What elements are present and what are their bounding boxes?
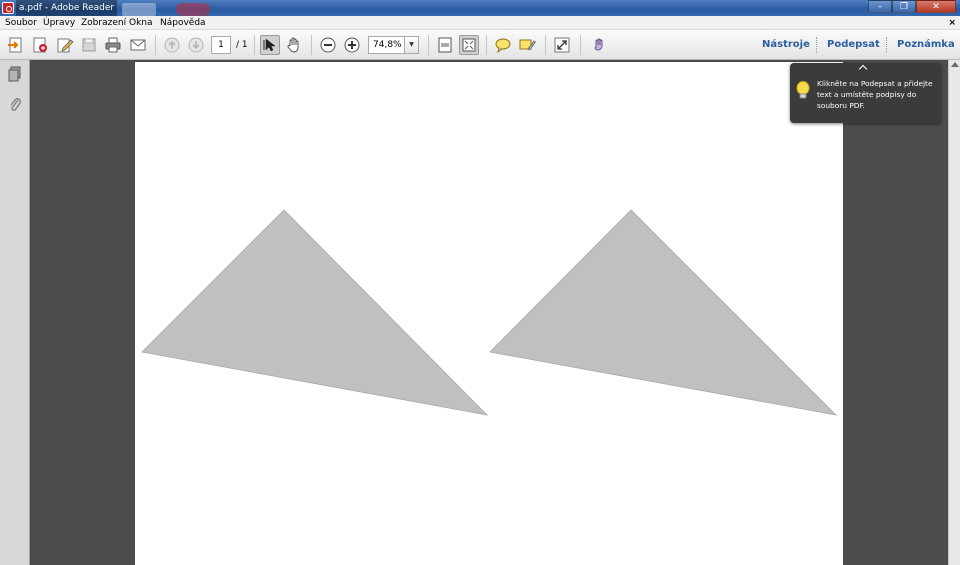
window-title: a.pdf - Adobe Reader [16,0,118,16]
comment-pane-link[interactable]: Poznámka [897,38,955,52]
open-button[interactable] [6,35,26,55]
window-controls: – ❐ ✕ [868,0,956,14]
sticky-note-button[interactable] [493,35,513,55]
menu-upravy[interactable]: Úpravy [43,16,75,30]
fit-window-icon [462,38,476,52]
taskbar-ghost-tab-2 [176,3,210,16]
email-button[interactable] [128,35,148,55]
toolbar-separator [155,35,156,55]
toolbar: 1 / 1 74,8% ▼ Nástroje Podepsat Poznámka [0,30,960,60]
zoom-dropdown-button[interactable]: ▼ [404,36,419,54]
highlight-text-button[interactable] [517,35,537,55]
print-button[interactable] [103,35,123,55]
triangle-right [489,209,838,416]
speech-bubble-icon [495,38,511,54]
tooltip-text: Klikněte na Podepsat a přidejte text a u… [817,79,933,110]
menu-okna[interactable]: Okna [129,16,153,30]
page-thumbnails-button[interactable] [6,65,24,83]
select-tool-button[interactable] [260,35,280,55]
taskbar-ghost-tab [122,3,156,16]
navigation-panel [0,60,30,565]
open-file-icon [8,37,22,53]
pdf-page [135,62,843,565]
toolbar-separator [428,35,429,55]
touch-hand-icon [594,38,603,51]
envelope-icon [130,39,146,51]
fit-page-button[interactable] [435,35,455,55]
plus-circle-icon [344,37,360,53]
hand-icon [287,37,299,53]
toolbar-separator [311,35,312,55]
toolbar-separator [486,35,487,55]
attachments-button[interactable] [6,96,24,114]
toolbar-separator [254,35,255,55]
toolbar-separator [580,35,581,55]
zoom-level-input[interactable]: 74,8% [368,36,404,54]
highlighter-icon [519,39,536,51]
edit-button[interactable] [55,35,75,55]
sign-hint-tooltip: Klikněte na Podepsat a přidejte text a u… [790,63,941,123]
toolbar-separator [545,35,546,55]
hand-tool-button[interactable] [284,35,304,55]
printer-icon [105,37,121,53]
create-pdf-button[interactable] [30,35,50,55]
fit-width-icon [438,37,452,53]
arrow-down-circle-icon [188,37,204,53]
menu-zobrazeni[interactable]: Zobrazení [81,16,126,30]
edit-pencil-icon [57,38,74,53]
collapse-tooltip-chevron-icon[interactable] [858,64,868,74]
save-button[interactable] [79,35,99,55]
toolbar-separator [886,37,887,53]
maximize-button[interactable]: ❐ [892,0,916,13]
menu-soubor[interactable]: Soubor [5,16,37,30]
create-pdf-icon [33,37,47,53]
lightbulb-icon [796,81,810,104]
cursor-arrow-icon [263,38,276,52]
next-page-button[interactable] [186,35,206,55]
menu-bar: Soubor Úpravy Zobrazení Okna Nápověda × [0,16,960,30]
page-thumbnails-icon [8,66,21,82]
expand-arrows-icon [554,37,570,53]
triangle-left [141,209,489,416]
paperclip-icon [10,98,21,111]
tools-pane-link[interactable]: Nástroje [762,38,810,52]
read-mode-button[interactable] [589,35,609,55]
arrow-up-circle-icon [164,37,180,53]
page-number-input[interactable]: 1 [211,36,231,54]
sign-pane-link[interactable]: Podepsat [827,38,880,52]
zoom-in-button[interactable] [342,35,362,55]
page-drawing [141,209,838,416]
full-screen-button[interactable] [552,35,572,55]
save-icon [82,38,96,52]
scroll-up-arrow-icon[interactable] [951,62,959,67]
fit-window-button[interactable] [459,35,479,55]
toolbar-separator [816,37,817,53]
page-total: / 1 [236,40,248,50]
minimize-button[interactable]: – [868,0,892,13]
close-document-icon[interactable]: × [948,16,956,30]
title-bar: a.pdf - Adobe Reader – ❐ ✕ [0,0,960,16]
close-button[interactable]: ✕ [916,0,956,13]
adobe-reader-icon [2,2,14,14]
minus-circle-icon [320,37,336,53]
previous-page-button[interactable] [162,35,182,55]
vertical-scrollbar[interactable] [948,60,960,565]
zoom-out-button[interactable] [318,35,338,55]
menu-napoveda[interactable]: Nápověda [160,16,206,30]
